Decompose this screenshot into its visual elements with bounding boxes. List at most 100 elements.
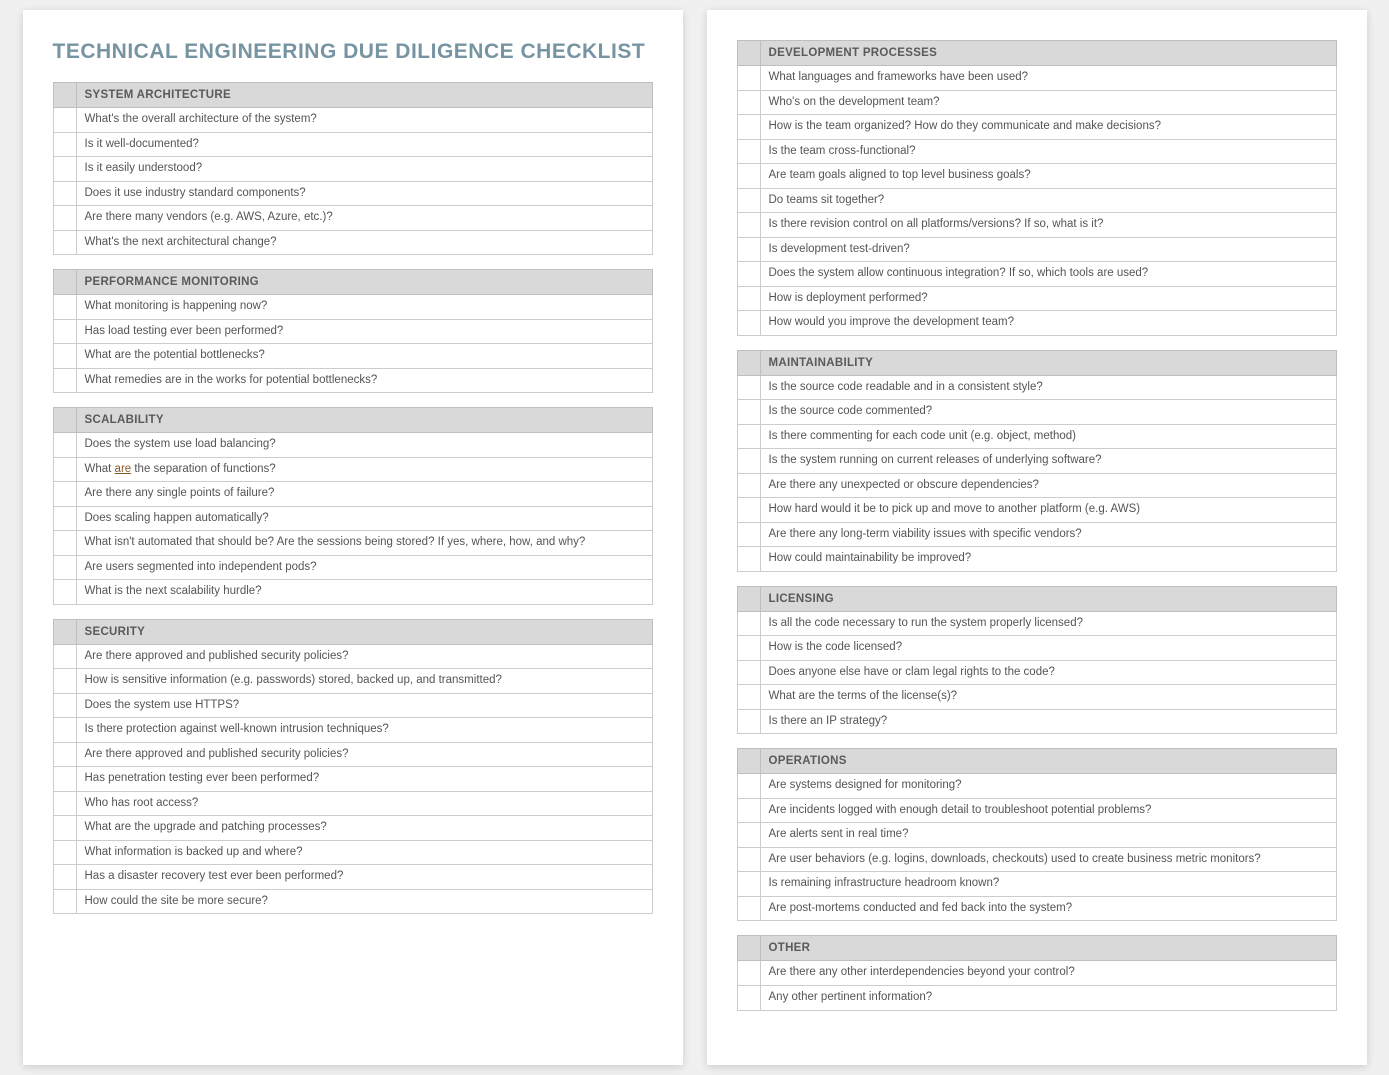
checkbox-cell[interactable] [53,816,77,841]
checklist-item-text: Is there commenting for each code unit (… [761,425,1337,450]
checkbox-cell[interactable] [737,189,761,214]
checkbox-cell[interactable] [53,320,77,345]
checkbox-cell[interactable] [53,645,77,670]
checkbox-cell[interactable] [53,108,77,133]
checkbox-cell[interactable] [737,449,761,474]
checkbox-cell[interactable] [737,774,761,799]
checkbox-cell[interactable] [737,213,761,238]
checkbox-cell[interactable] [53,669,77,694]
checkbox-cell[interactable] [53,133,77,158]
checkbox-cell[interactable] [53,344,77,369]
checkbox-cell[interactable] [737,848,761,873]
checkbox-cell[interactable] [737,547,761,572]
checkbox-cell[interactable] [737,238,761,263]
checkbox-cell[interactable] [53,458,77,483]
checklist-row: Is the source code readable and in a con… [737,376,1337,401]
checkbox-cell[interactable] [737,523,761,548]
checkbox-cell[interactable] [53,295,77,320]
checklist-item-text: Is it easily understood? [77,157,653,182]
checkbox-cell[interactable] [737,586,761,612]
checkbox-cell[interactable] [737,350,761,376]
checklist-item-text: How is deployment performed? [761,287,1337,312]
checkbox-cell[interactable] [737,872,761,897]
right-column: DEVELOPMENT PROCESSESWhat languages and … [737,40,1337,1011]
checkbox-cell[interactable] [53,206,77,231]
checkbox-cell[interactable] [53,841,77,866]
checklist-row: What isn't automated that should be? Are… [53,531,653,556]
checkbox-cell[interactable] [737,498,761,523]
checkbox-cell[interactable] [53,407,77,433]
checkbox-cell[interactable] [737,961,761,986]
checklist-row: Does the system use HTTPS? [53,694,653,719]
checkbox-cell[interactable] [737,823,761,848]
checkbox-cell[interactable] [737,376,761,401]
checkbox-cell[interactable] [737,661,761,686]
checkbox-cell[interactable] [53,767,77,792]
checkbox-cell[interactable] [53,743,77,768]
checklist-row: Is the source code commented? [737,400,1337,425]
checkbox-cell[interactable] [53,182,77,207]
checklist-row: How is the code licensed? [737,636,1337,661]
checkbox-cell[interactable] [53,580,77,605]
checkbox-cell[interactable] [53,694,77,719]
checkbox-cell[interactable] [53,718,77,743]
checklist-row: Is it easily understood? [53,157,653,182]
checkbox-cell[interactable] [737,91,761,116]
checkbox-cell[interactable] [53,890,77,915]
checklist-row: Are there any single points of failure? [53,482,653,507]
checkbox-cell[interactable] [737,287,761,312]
section-header: SECURITY [53,619,653,645]
checkbox-cell[interactable] [737,685,761,710]
checkbox-cell[interactable] [53,482,77,507]
section: LICENSINGIs all the code necessary to ru… [737,586,1337,735]
section-heading: SECURITY [77,619,653,645]
checklist-item-text: What are the separation of functions? [77,458,653,483]
checkbox-cell[interactable] [53,507,77,532]
checkbox-cell[interactable] [737,710,761,735]
checkbox-cell[interactable] [737,66,761,91]
checkbox-cell[interactable] [737,748,761,774]
checkbox-cell[interactable] [737,40,761,66]
checkbox-cell[interactable] [53,556,77,581]
checklist-row: What are the separation of functions? [53,458,653,483]
checkbox-cell[interactable] [737,799,761,824]
checklist-row: Does scaling happen automatically? [53,507,653,532]
checkbox-cell[interactable] [737,636,761,661]
checklist-item-text: What's the overall architecture of the s… [77,108,653,133]
checklist-item-text: Are there any single points of failure? [77,482,653,507]
checklist-row: Are there any unexpected or obscure depe… [737,474,1337,499]
checklist-item-text: What monitoring is happening now? [77,295,653,320]
checklist-item-text: What isn't automated that should be? Are… [77,531,653,556]
section: DEVELOPMENT PROCESSESWhat languages and … [737,40,1337,336]
checkbox-cell[interactable] [53,157,77,182]
checkbox-cell[interactable] [53,792,77,817]
checklist-item-text: Are there any unexpected or obscure depe… [761,474,1337,499]
checkbox-cell[interactable] [737,612,761,637]
checkbox-cell[interactable] [53,865,77,890]
checkbox-cell[interactable] [737,400,761,425]
checklist-item-text: Is it well-documented? [77,133,653,158]
checkbox-cell[interactable] [737,164,761,189]
checkbox-cell[interactable] [737,474,761,499]
checklist-row: Are there any other interdependencies be… [737,961,1337,986]
checkbox-cell[interactable] [737,935,761,961]
checkbox-cell[interactable] [737,311,761,336]
left-column: SYSTEM ARCHITECTUREWhat's the overall ar… [53,82,653,914]
checkbox-cell[interactable] [53,531,77,556]
checklist-row: How is the team organized? How do they c… [737,115,1337,140]
checkbox-cell[interactable] [53,231,77,256]
checkbox-cell[interactable] [737,262,761,287]
checkbox-cell[interactable] [53,619,77,645]
checkbox-cell[interactable] [53,433,77,458]
checkbox-cell[interactable] [737,140,761,165]
checkbox-cell[interactable] [53,82,77,108]
section: MAINTAINABILITYIs the source code readab… [737,350,1337,572]
checkbox-cell[interactable] [53,269,77,295]
checklist-item-text: Has penetration testing ever been perfor… [77,767,653,792]
section-heading: OPERATIONS [761,748,1337,774]
checkbox-cell[interactable] [737,897,761,922]
checkbox-cell[interactable] [737,115,761,140]
checkbox-cell[interactable] [737,425,761,450]
checkbox-cell[interactable] [53,369,77,394]
checkbox-cell[interactable] [737,986,761,1011]
